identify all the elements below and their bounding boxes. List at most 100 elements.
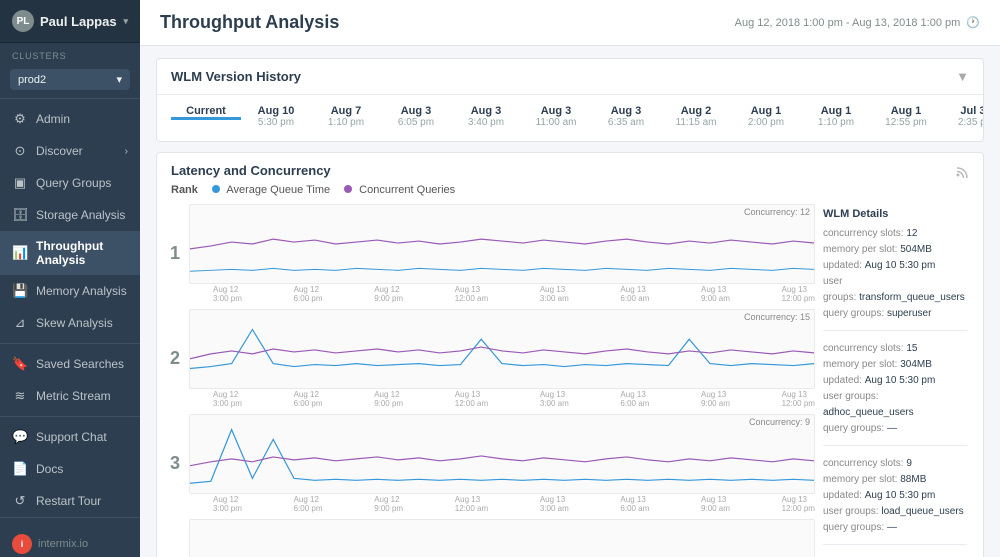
skew-icon: ⊿ (12, 315, 28, 331)
rank-4-chart (189, 519, 815, 557)
rank-1-chart: Concurrency: 12 (189, 204, 815, 284)
brand-logo: i intermix.io (0, 526, 140, 557)
latency-card-header: Latency and Concurrency (157, 153, 983, 184)
clock-icon: 🕐 (966, 16, 980, 29)
wlm-version-11[interactable]: Jul 31 2:35 pm (941, 105, 983, 131)
wlm-version-6[interactable]: Aug 3 6:35 am (591, 105, 661, 131)
wlm-version-card: WLM Version History ▼ Current Aug 10 5:3… (156, 58, 984, 142)
cluster-selector[interactable]: prod2 ▾ (10, 69, 130, 90)
rank-2-chart: Concurrency: 15 (189, 309, 815, 389)
concurrency-label-2: Concurrency: 15 (744, 312, 810, 322)
sidebar-item-storage-analysis[interactable]: 🗄 Storage Analysis (0, 199, 140, 231)
rank-number-2: 2 (165, 348, 185, 369)
date-range-text: Aug 12, 2018 1:00 pm - Aug 13, 2018 1:00… (735, 17, 961, 29)
clusters-section-label: Clusters (0, 43, 140, 65)
avatar: PL (12, 10, 34, 32)
rank-row-4: 4 Aug 123:00 pm Aug (165, 519, 815, 557)
sidebar-item-label: Throughput Analysis (36, 239, 128, 267)
sidebar-item-skew-analysis[interactable]: ⊿ Skew Analysis (0, 307, 140, 339)
username-label: Paul Lappas (40, 14, 117, 29)
wlm-version-10[interactable]: Aug 1 12:55 pm (871, 105, 941, 131)
rank-4-chart-wrap: Aug 123:00 pm Aug 126:00 pm Aug 129:00 p… (189, 519, 815, 557)
restart-tour-icon: ↺ (12, 493, 28, 509)
wlm-card-header: WLM Version History ▼ (157, 59, 983, 95)
rank-3-chart-wrap: Concurrency: 9 Aug 123:00 pm Aug 126:00 … (189, 414, 815, 513)
wlm-detail-block-2: concurrency slots: 15 memory per slot: 3… (823, 341, 967, 446)
sidebar-item-admin[interactable]: ⚙ Admin (0, 103, 140, 135)
sidebar-item-label: Admin (36, 112, 70, 126)
concurrency-label-3: Concurrency: 9 (749, 417, 810, 427)
rank-row-2: 2 Concurrency: 15 (165, 309, 815, 408)
throughput-icon: 📊 (12, 245, 28, 261)
x-axis-1: Aug 123:00 pm Aug 126:00 pm Aug 129:00 p… (189, 284, 815, 303)
rank-3-chart: Concurrency: 9 (189, 414, 815, 494)
latency-concurrency-card: Latency and Concurrency Rank Average Que… (156, 152, 984, 557)
sidebar-item-support-chat[interactable]: 💬 Support Chat (0, 421, 140, 453)
sidebar-item-saved-searches[interactable]: 🔖 Saved Searches (0, 348, 140, 380)
sidebar-item-label: Memory Analysis (36, 284, 127, 298)
sidebar-item-label: Query Groups (36, 176, 111, 190)
sidebar-item-metric-stream[interactable]: ≋ Metric Stream (0, 380, 140, 412)
sidebar-item-memory-analysis[interactable]: 💾 Memory Analysis (0, 275, 140, 307)
wlm-title: WLM Version History (171, 69, 301, 84)
sidebar-nav: ⚙ Admin ⊙ Discover › ▣ Query Groups 🗄 St… (0, 103, 140, 517)
x-axis-2: Aug 123:00 pm Aug 126:00 pm Aug 129:00 p… (189, 389, 815, 408)
avg-queue-dot (212, 185, 220, 193)
topbar: Throughput Analysis Aug 12, 2018 1:00 pm… (140, 0, 1000, 46)
concurrency-label-1: Concurrency: 12 (744, 207, 810, 217)
latency-title: Latency and Concurrency (171, 163, 331, 178)
wlm-versions-list: Current Aug 10 5:30 pm Aug 7 1:10 pm Aug… (157, 95, 983, 141)
wlm-version-3[interactable]: Aug 3 6:05 pm (381, 105, 451, 131)
rank-charts: 1 Concurrency: 12 (165, 204, 815, 557)
user-dropdown-icon[interactable]: ▾ (123, 16, 128, 27)
sidebar-item-label: Metric Stream (36, 389, 111, 403)
saved-searches-icon: 🔖 (12, 356, 28, 372)
sidebar-item-restart-tour[interactable]: ↺ Restart Tour (0, 485, 140, 517)
wlm-details-title: WLM Details (823, 208, 967, 220)
rank-number-3: 3 (165, 453, 185, 474)
chart-legend: Rank Average Queue Time Concurrent Queri… (157, 184, 983, 204)
main-content: Throughput Analysis Aug 12, 2018 1:00 pm… (140, 0, 1000, 557)
wlm-version-7[interactable]: Aug 2 11:15 am (661, 105, 731, 131)
wlm-detail-block-3: concurrency slots: 9 memory per slot: 88… (823, 456, 967, 545)
concurrent-queries-dot (344, 185, 352, 193)
wlm-version-current[interactable]: Current (171, 105, 241, 120)
legend-avg-queue: Average Queue Time (212, 184, 330, 196)
rank-row-3: 3 Concurrency: 9 (165, 414, 815, 513)
sidebar: PL Paul Lappas ▾ Clusters prod2 ▾ ⚙ Admi… (0, 0, 140, 557)
date-range: Aug 12, 2018 1:00 pm - Aug 13, 2018 1:00… (735, 16, 980, 29)
rank-1-chart-wrap: Concurrency: 12 Aug 123:00 pm Aug 126:00… (189, 204, 815, 303)
wlm-version-5[interactable]: Aug 3 11:00 am (521, 105, 591, 131)
query-groups-icon: ▣ (12, 175, 28, 191)
sidebar-item-label: Docs (36, 462, 63, 476)
wlm-version-9[interactable]: Aug 1 1:10 pm (801, 105, 871, 131)
sidebar-header: PL Paul Lappas ▾ (0, 0, 140, 43)
sidebar-item-label: Restart Tour (36, 494, 101, 508)
wlm-version-4[interactable]: Aug 3 3:40 pm (451, 105, 521, 131)
sidebar-footer: i intermix.io (0, 517, 140, 557)
legend-concurrent: Concurrent Queries (344, 184, 455, 196)
support-chat-icon: 💬 (12, 429, 28, 445)
sidebar-item-label: Storage Analysis (36, 208, 125, 222)
docs-icon: 📄 (12, 461, 28, 477)
sidebar-item-docs[interactable]: 📄 Docs (0, 453, 140, 485)
cluster-dropdown-icon: ▾ (116, 73, 122, 86)
sidebar-item-throughput-analysis[interactable]: 📊 Throughput Analysis (0, 231, 140, 275)
x-axis-3: Aug 123:00 pm Aug 126:00 pm Aug 129:00 p… (189, 494, 815, 513)
logo-circle: i (12, 534, 32, 554)
rank-label: Rank (171, 184, 198, 196)
sidebar-item-discover[interactable]: ⊙ Discover › (0, 135, 140, 167)
wlm-version-8[interactable]: Aug 1 2:00 pm (731, 105, 801, 131)
page-title: Throughput Analysis (160, 12, 339, 33)
rank-row-1: 1 Concurrency: 12 (165, 204, 815, 303)
rank-number-1: 1 (165, 243, 185, 264)
sidebar-item-label: Skew Analysis (36, 316, 113, 330)
funnel-icon[interactable]: ▼ (956, 69, 969, 84)
wlm-version-2[interactable]: Aug 7 1:10 pm (311, 105, 381, 131)
wlm-version-1[interactable]: Aug 10 5:30 pm (241, 105, 311, 131)
memory-icon: 💾 (12, 283, 28, 299)
brand-name: intermix.io (38, 538, 88, 550)
discover-icon: ⊙ (12, 143, 28, 159)
sidebar-item-query-groups[interactable]: ▣ Query Groups (0, 167, 140, 199)
storage-icon: 🗄 (12, 207, 28, 223)
